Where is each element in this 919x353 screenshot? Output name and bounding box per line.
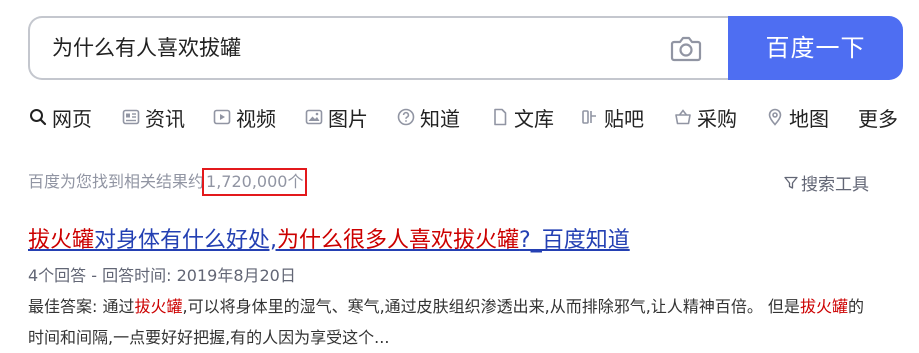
result-count-prefix: 百度为您找到相关结果约 [28,172,205,191]
result-abstract: 最佳答案: 通过拔火罐,可以将身体里的湿气、寒气,通过皮肤组织渗透出来,从而排除… [28,291,868,353]
map-pin-icon [765,107,785,127]
news-icon [121,107,141,127]
tab-label: 地图 [789,106,829,131]
tab-label: 更多 [858,106,898,131]
title-highlight: 拔火罐 [28,228,95,253]
tab-map[interactable]: 地图 [765,101,829,133]
result-title-link[interactable]: 拔火罐对身体有什么好处,为什么很多人喜欢拔火罐?_百度知道 [28,222,630,254]
tab-purchase[interactable]: 采购 [673,101,737,133]
search-tools-button[interactable]: 搜索工具 [784,170,869,195]
tab-label: 知道 [420,106,460,131]
abstract-highlight: 拔火罐 [134,297,183,316]
tab-label: 文库 [514,106,554,131]
title-text: ?_百度知道 [519,228,630,253]
tab-label: 网页 [52,106,92,131]
result-count-value: 1,720,000个 [202,168,308,196]
tab-web[interactable]: 网页 [28,101,92,133]
search-icon [28,107,48,127]
abstract-text: ,可以将身体里的湿气、寒气,通过皮肤组织渗透出来,从而排除邪气,让人精神百倍。 … [182,297,800,316]
question-icon [396,107,416,127]
camera-icon[interactable] [670,34,702,62]
abstract-text: 最佳答案: 通过 [28,297,135,316]
filter-icon [784,176,798,190]
search-tabs: 网页 资讯 视频 图片 知道 文库 贴吧 采购 地图 更多 [28,101,919,133]
tab-more[interactable]: 更多 [858,101,898,133]
tab-label: 贴吧 [604,106,644,131]
document-icon [490,107,510,127]
tab-tieba[interactable]: 贴吧 [580,101,644,133]
tab-wenku[interactable]: 文库 [490,101,554,133]
search-box[interactable]: 为什么有人喜欢拔罐 [28,16,738,80]
video-icon [212,107,232,127]
basket-icon [673,107,693,127]
tieba-icon [580,107,600,127]
tab-video[interactable]: 视频 [212,101,276,133]
title-highlight: 为什么很多人喜欢拔火罐 [277,228,520,253]
search-tools-label: 搜索工具 [801,175,869,195]
title-text: 对身体有什么好处, [94,228,278,253]
abstract-highlight: 拔火罐 [799,297,848,316]
result-count-line: 百度为您找到相关结果约 1,720,000个 [28,168,308,196]
tab-label: 资讯 [145,106,185,131]
image-icon [304,107,324,127]
tab-zhidao[interactable]: 知道 [396,101,460,133]
tab-news[interactable]: 资讯 [121,101,185,133]
search-button[interactable]: 百度一下 [728,16,903,80]
tab-label: 图片 [328,106,368,131]
tab-label: 采购 [697,106,737,131]
search-input[interactable]: 为什么有人喜欢拔罐 [52,18,652,78]
tab-images[interactable]: 图片 [304,101,368,133]
result-meta: 4个回答 - 回答时间: 2019年8月20日 [28,266,296,285]
tab-label: 视频 [236,106,276,131]
